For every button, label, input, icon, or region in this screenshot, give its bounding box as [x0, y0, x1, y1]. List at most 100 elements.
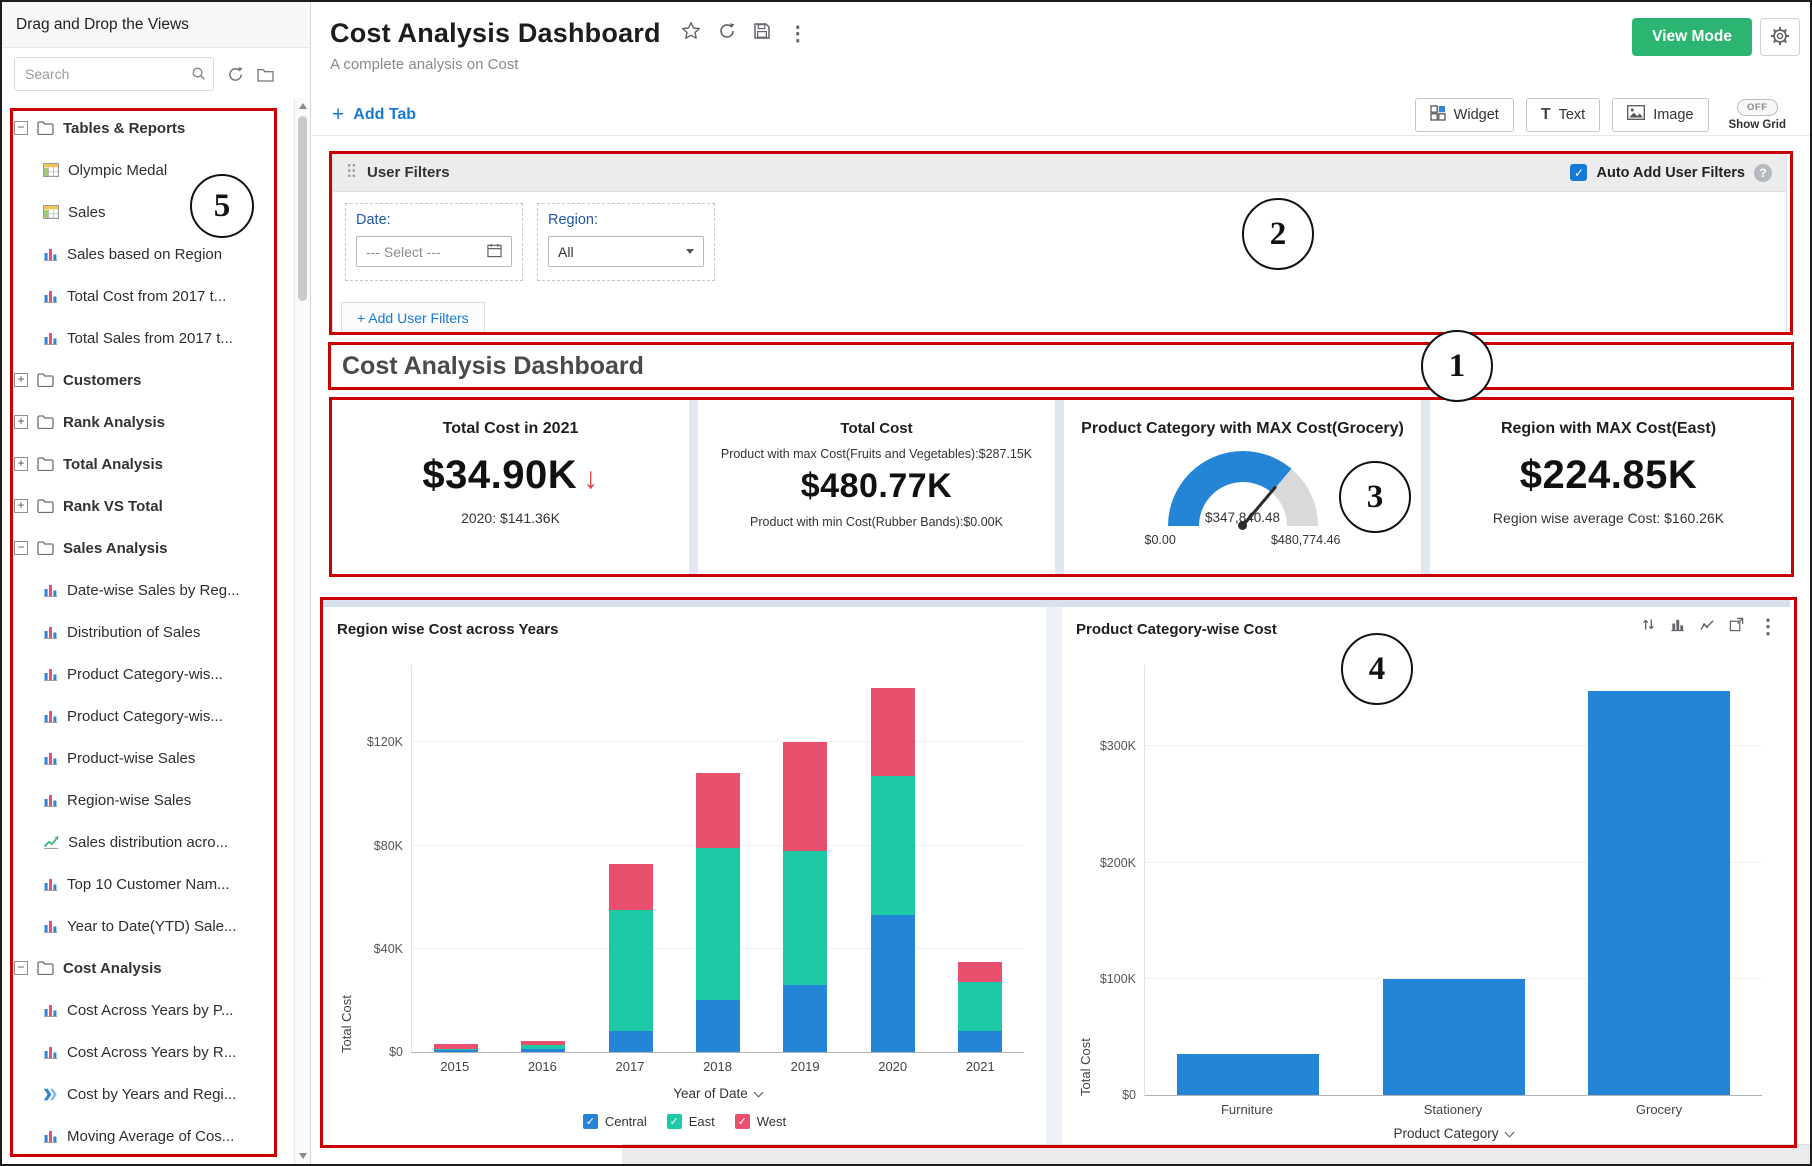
sort-icon[interactable] — [1641, 617, 1656, 637]
bar-segment-central[interactable] — [521, 1049, 565, 1052]
collapse-icon[interactable]: − — [14, 541, 28, 555]
add-user-filters-button[interactable]: + Add User Filters — [341, 302, 485, 332]
bar-segment-west[interactable] — [871, 688, 915, 776]
bar-segment-west[interactable] — [958, 962, 1002, 983]
more-options-icon[interactable]: ⋮ — [788, 24, 808, 44]
legend-item-west[interactable]: ✓West — [735, 1114, 786, 1129]
bar-segment-central[interactable] — [696, 1000, 740, 1052]
sidebar-item-rank-analysis[interactable]: +Rank Analysis — [2, 401, 293, 443]
sidebar-scrollbar[interactable] — [294, 98, 310, 1164]
kpi-card-total-cost-2021[interactable]: Total Cost in 2021 $34.90K↓ 2020: $141.3… — [332, 400, 689, 576]
bar-grocery[interactable] — [1588, 691, 1730, 1095]
bar-stationery[interactable] — [1383, 979, 1525, 1095]
x-axis-title[interactable]: Year of Date — [411, 1086, 1024, 1101]
more-options-icon[interactable]: ⋮ — [1758, 617, 1778, 637]
scroll-down-icon[interactable] — [299, 1153, 307, 1159]
view-mode-button[interactable]: View Mode — [1632, 18, 1752, 56]
kpi-card-gauge-grocery[interactable]: Product Category with MAX Cost(Grocery) … — [1064, 400, 1421, 576]
bar-segment-east[interactable] — [609, 910, 653, 1031]
sidebar-item-sales[interactable]: Sales — [2, 191, 293, 233]
drag-handle-icon[interactable] — [347, 163, 356, 183]
sidebar-item-top-10-customer-nam[interactable]: Top 10 Customer Nam... — [2, 863, 293, 905]
auto-add-checkbox[interactable]: ✓ — [1570, 164, 1587, 181]
text-button[interactable]: T Text — [1526, 98, 1600, 132]
sidebar-item-moving-average-of-cos[interactable]: Moving Average of Cos... — [2, 1115, 293, 1157]
search-input[interactable] — [14, 57, 214, 91]
stacked-bar-2018[interactable] — [696, 665, 740, 1052]
stacked-bar-2017[interactable] — [609, 665, 653, 1052]
legend-item-east[interactable]: ✓East — [667, 1114, 715, 1129]
sidebar-item-product-wise-sales[interactable]: Product-wise Sales — [2, 737, 293, 779]
sidebar-item-total-analysis[interactable]: +Total Analysis — [2, 443, 293, 485]
grid-state-badge[interactable]: OFF — [1737, 99, 1778, 116]
sidebar-item-cost-analysis[interactable]: −Cost Analysis — [2, 947, 293, 989]
sidebar-item-rank-vs-total[interactable]: +Rank VS Total — [2, 485, 293, 527]
bar-segment-central[interactable] — [609, 1031, 653, 1052]
show-grid-toggle[interactable]: OFF Show Grid — [1729, 99, 1787, 131]
expand-icon[interactable] — [1729, 617, 1744, 637]
kpi-card-total-cost[interactable]: Total Cost Product with max Cost(Fruits … — [698, 400, 1055, 576]
bar-segment-west[interactable] — [609, 864, 653, 910]
refresh-icon[interactable] — [718, 22, 736, 45]
bar-segment-central[interactable] — [434, 1050, 478, 1052]
sidebar-item-olympic-medal[interactable]: Olympic Medal — [2, 149, 293, 191]
sidebar-item-distribution-of-sales[interactable]: Distribution of Sales — [2, 611, 293, 653]
sidebar-item-region-wise-sales[interactable]: Region-wise Sales — [2, 779, 293, 821]
scroll-up-icon[interactable] — [299, 103, 307, 109]
x-axis-title[interactable]: Product Category — [1144, 1126, 1762, 1141]
sidebar-item-cost-across-years-by-r[interactable]: Cost Across Years by R... — [2, 1031, 293, 1073]
sidebar-item-date-wise-sales-by-reg[interactable]: Date-wise Sales by Reg... — [2, 569, 293, 611]
legend-item-central[interactable]: ✓Central — [583, 1114, 647, 1129]
help-icon[interactable]: ? — [1754, 164, 1772, 182]
chart-region-wise-cost[interactable]: Region wise Cost across Years Total Cost… — [323, 607, 1046, 1145]
widget-button[interactable]: Widget — [1415, 98, 1514, 132]
region-filter-select[interactable]: All — [548, 236, 704, 267]
chart-product-category-cost[interactable]: ⋮ Product Category-wise Cost Total Cost … — [1062, 607, 1790, 1145]
bar-segment-east[interactable] — [871, 776, 915, 915]
stacked-bar-2020[interactable] — [871, 665, 915, 1052]
expand-icon[interactable]: + — [14, 457, 28, 471]
bar-segment-west[interactable] — [783, 742, 827, 850]
stacked-bar-2015[interactable] — [434, 665, 478, 1052]
sidebar-item-cost-by-years-and-regi[interactable]: Cost by Years and Regi... — [2, 1073, 293, 1115]
bar-segment-central[interactable] — [783, 985, 827, 1052]
chart-type-icon[interactable] — [1699, 617, 1715, 637]
sidebar-item-sales-analysis[interactable]: −Sales Analysis — [2, 527, 293, 569]
bar-segment-central[interactable] — [958, 1031, 1002, 1052]
legend-checkbox-icon[interactable]: ✓ — [735, 1114, 750, 1129]
refresh-views-icon[interactable] — [227, 66, 244, 83]
search-icon[interactable] — [191, 66, 206, 86]
kpi-card-region-max-cost[interactable]: Region with MAX Cost(East) $224.85K Regi… — [1430, 400, 1787, 576]
legend-checkbox-icon[interactable]: ✓ — [667, 1114, 682, 1129]
bar-segment-east[interactable] — [696, 848, 740, 1000]
expand-icon[interactable]: + — [14, 373, 28, 387]
bar-segment-east[interactable] — [783, 851, 827, 985]
sidebar-item-sales-based-on-region[interactable]: Sales based on Region — [2, 233, 293, 275]
bar-furniture[interactable] — [1177, 1054, 1319, 1095]
legend-checkbox-icon[interactable]: ✓ — [583, 1114, 598, 1129]
bar-segment-east[interactable] — [958, 982, 1002, 1031]
add-tab-button[interactable]: + Add Tab — [332, 104, 416, 125]
image-button[interactable]: Image — [1612, 98, 1708, 132]
save-icon[interactable] — [753, 22, 771, 45]
sidebar-item-cost-across-years-by-p[interactable]: Cost Across Years by P... — [2, 989, 293, 1031]
column-chart-icon[interactable] — [1670, 617, 1685, 637]
stacked-bar-2021[interactable] — [958, 665, 1002, 1052]
sidebar-item-product-category-wis[interactable]: Product Category-wis... — [2, 653, 293, 695]
favorite-star-icon[interactable] — [681, 21, 701, 46]
bar-segment-west[interactable] — [696, 773, 740, 848]
calendar-icon[interactable] — [487, 243, 502, 261]
settings-button[interactable] — [1760, 18, 1800, 56]
sidebar-item-sales-distribution-acro[interactable]: Sales distribution acro... — [2, 821, 293, 863]
sidebar-item-year-to-date-ytd-sale[interactable]: Year to Date(YTD) Sale... — [2, 905, 293, 947]
expand-icon[interactable]: + — [14, 415, 28, 429]
expand-icon[interactable]: + — [14, 499, 28, 513]
collapse-icon[interactable]: − — [14, 121, 28, 135]
sidebar-item-total-sales-from-2017-t[interactable]: Total Sales from 2017 t... — [2, 317, 293, 359]
bar-segment-central[interactable] — [871, 915, 915, 1052]
scrollbar-thumb[interactable] — [298, 116, 307, 301]
folder-view-icon[interactable] — [257, 67, 274, 82]
stacked-bar-2016[interactable] — [521, 665, 565, 1052]
sidebar-item-customers[interactable]: +Customers — [2, 359, 293, 401]
date-filter-select[interactable]: --- Select --- — [356, 236, 512, 267]
